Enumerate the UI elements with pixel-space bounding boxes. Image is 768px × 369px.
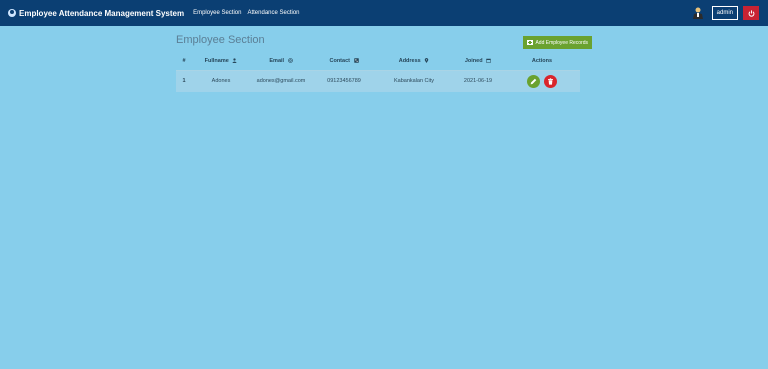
brand-logo-icon — [8, 9, 16, 17]
pencil-icon — [530, 78, 537, 85]
header-actions: Actions — [531, 57, 553, 64]
add-employee-label: Add Employee Records — [535, 39, 588, 46]
header-joined: Joined — [452, 52, 504, 70]
brand-title: Employee Attendance Management System — [19, 8, 185, 18]
nav-link-employee-section[interactable]: Employee Section — [193, 10, 241, 16]
navbar-right: admin — [692, 6, 759, 20]
nav-link-attendance-section[interactable]: Attendance Section — [247, 10, 299, 16]
table-row: 1 Adones adones@gmail.com 09123456789 Ka… — [176, 70, 580, 92]
header-number: # — [182, 57, 186, 64]
map-marker-icon — [425, 57, 429, 63]
cell-actions — [504, 70, 580, 92]
employee-section: Employee Section Add Employee Records # … — [176, 34, 592, 92]
edit-button[interactable] — [527, 74, 541, 88]
calendar-icon — [486, 58, 491, 63]
header-address-label: Address — [398, 57, 421, 64]
top-navbar: Employee Attendance Management System Em… — [0, 0, 768, 26]
phone-square-icon — [353, 58, 359, 63]
cell-joined: 2021-06-19 — [463, 78, 493, 85]
email-at-icon — [287, 57, 293, 63]
header-contact: Contact — [312, 52, 376, 70]
brand[interactable]: Employee Attendance Management System — [8, 9, 184, 18]
cell-email: adones@gmail.com — [256, 78, 306, 85]
cell-fullname: Adones — [211, 78, 231, 85]
plus-square-icon — [527, 40, 534, 45]
person-avatar-icon — [692, 7, 703, 19]
header-email: Email — [250, 52, 312, 70]
admin-button[interactable]: admin — [711, 6, 738, 20]
header-email-label: Email — [269, 57, 285, 64]
employee-table: # Fullname Email Contact Address Joined … — [176, 52, 580, 92]
cell-number: 1 — [182, 78, 186, 85]
cell-address: Kabankalan City — [393, 78, 435, 85]
delete-button[interactable] — [543, 74, 557, 88]
header-contact-label: Contact — [329, 57, 350, 64]
header-fullname-label: Fullname — [204, 57, 229, 64]
header-fullname: Fullname — [192, 52, 250, 70]
user-icon — [232, 58, 238, 63]
add-employee-button[interactable]: Add Employee Records — [523, 36, 592, 49]
logout-button[interactable] — [743, 6, 759, 20]
header-joined-label: Joined — [464, 57, 483, 64]
cell-contact: 09123456789 — [327, 78, 361, 85]
trash-icon — [547, 78, 553, 85]
power-icon — [748, 9, 754, 17]
table-header-row: # Fullname Email Contact Address Joined … — [176, 52, 580, 70]
header-address: Address — [376, 52, 452, 70]
